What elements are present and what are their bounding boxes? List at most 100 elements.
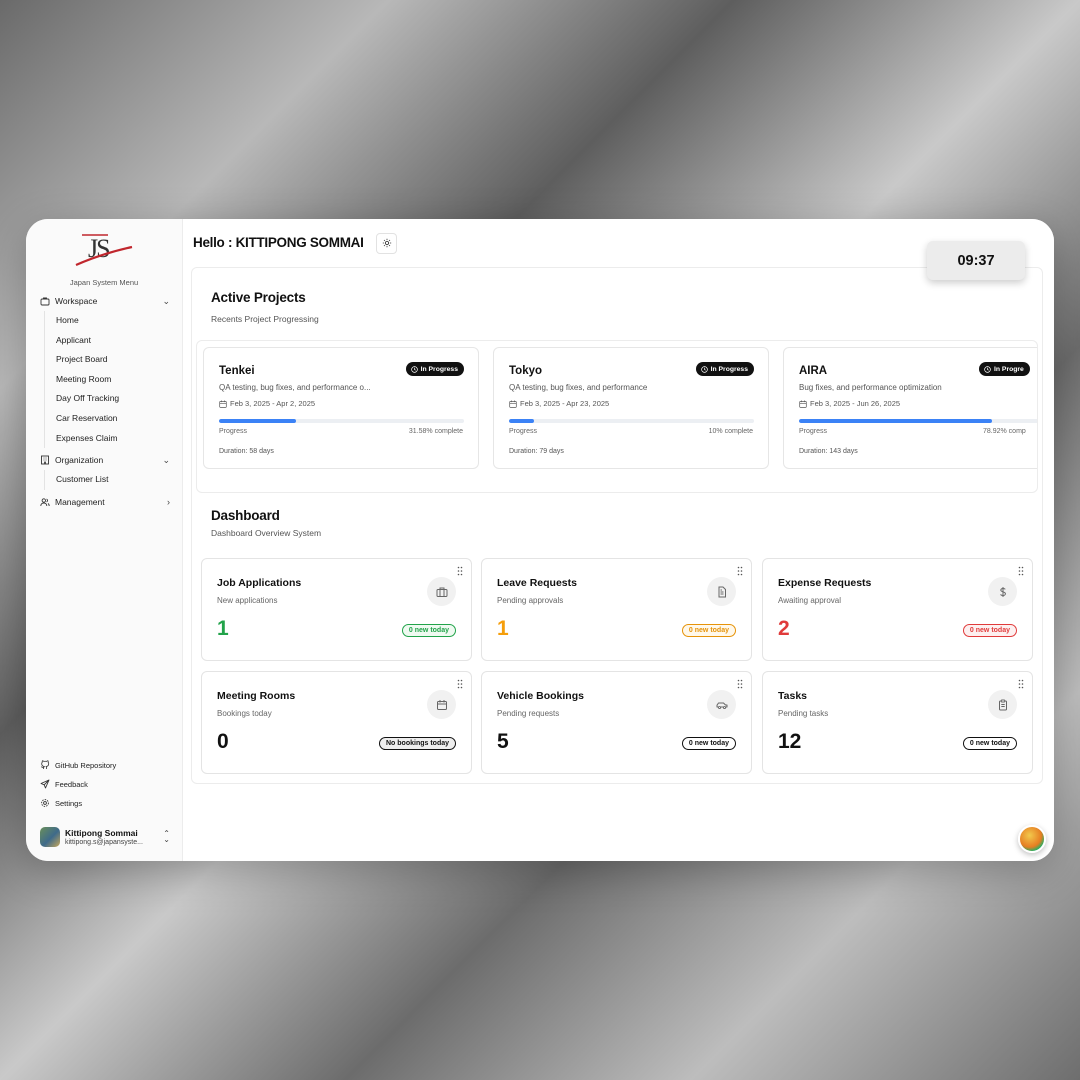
- floating-avatar-button[interactable]: [1018, 825, 1046, 853]
- progress-bar: [509, 419, 754, 423]
- project-name: AIRA: [799, 365, 828, 377]
- status-text: In Progre: [994, 365, 1024, 373]
- sidebar-item-day-off-tracking[interactable]: Day Off Tracking: [45, 389, 165, 409]
- date-range: Feb 3, 2025 - Apr 23, 2025: [520, 399, 610, 408]
- feedback-link[interactable]: Feedback: [40, 777, 88, 791]
- file-icon: [707, 577, 736, 606]
- project-dates: Feb 3, 2025 - Apr 23, 2025: [509, 399, 609, 408]
- nav-group-label: Management: [55, 497, 105, 507]
- card-title: Tasks: [778, 690, 807, 702]
- status-badge: 0 new today: [681, 737, 736, 750]
- menu-title: Japan System Menu: [69, 278, 139, 287]
- stat-card-expense-requests[interactable]: Expense Requests Awaiting approval 2 0 new …: [762, 558, 1033, 661]
- gear-icon: [40, 798, 50, 808]
- settings-label: Settings: [55, 798, 83, 808]
- stat-card-leave-requests[interactable]: Leave Requests Pending approvals 1 0 new to…: [481, 558, 752, 661]
- project-name: Tokyo: [509, 365, 543, 377]
- status-badge: 0 new today: [962, 624, 1017, 637]
- sidebar-item-meeting-room[interactable]: Meeting Room: [45, 370, 165, 390]
- clipboard-icon: [988, 690, 1017, 719]
- drag-handle-icon[interactable]: [457, 563, 463, 576]
- car-icon: [707, 690, 736, 719]
- clock-icon: [984, 365, 991, 373]
- card-value: 5: [497, 730, 509, 753]
- workspace-submenu: Home Applicant Project Board Meeting Roo…: [44, 311, 165, 449]
- card-subtitle: Awaiting approval: [778, 596, 842, 605]
- company-logo[interactable]: JS: [74, 227, 134, 271]
- project-duration: Duration: 79 days: [509, 448, 564, 455]
- avatar: [40, 827, 60, 847]
- status-text: In Progress: [420, 365, 458, 373]
- dashboard-subtitle: Dashboard Overview System: [211, 528, 322, 538]
- active-projects-subtitle: Recents Project Progressing: [211, 314, 319, 324]
- sidebar-item-customer-list[interactable]: Customer List: [45, 470, 165, 490]
- calendar-icon: [799, 400, 807, 408]
- nav-group-workspace[interactable]: Workspace ⌄: [40, 293, 170, 309]
- user-email: kittipong.s@japansyste...: [65, 839, 143, 846]
- chevron-down-icon: ⌄: [162, 454, 170, 465]
- card-title: Expense Requests: [778, 577, 872, 589]
- github-repository-link[interactable]: GitHub Repository: [40, 758, 116, 772]
- projects-carousel[interactable]: Tenkei In Progress QA testing, bug fixes…: [196, 340, 1038, 493]
- clock-icon: [700, 365, 708, 373]
- card-title: Meeting Rooms: [217, 690, 296, 702]
- drag-handle-icon[interactable]: [737, 563, 743, 576]
- card-value: 0: [217, 730, 229, 753]
- project-description: QA testing, bug fixes, and performance o…: [219, 383, 371, 392]
- status-text: In Progress: [710, 365, 748, 373]
- user-name: Kittipong Sommai: [65, 828, 138, 838]
- greeting: Hello : KITTIPONG SOMMAI: [193, 235, 364, 250]
- nav-group-label: Workspace: [55, 296, 98, 306]
- settings-link[interactable]: Settings: [40, 796, 82, 810]
- progress-percent: 78.92% comp: [983, 428, 1026, 435]
- nav-group-organization[interactable]: Organization ⌄: [40, 452, 170, 468]
- card-value: 1: [217, 617, 229, 640]
- progress-fill: [799, 419, 993, 423]
- card-value: 1: [497, 617, 509, 640]
- nav-group-management[interactable]: Management ›: [40, 494, 170, 510]
- project-card[interactable]: Tenkei In Progress QA testing, bug fixes…: [203, 347, 479, 469]
- card-subtitle: Pending approvals: [497, 596, 564, 605]
- github-label: GitHub Repository: [55, 760, 117, 770]
- stat-card-job-applications[interactable]: Job Applications New applications 1 0 new t…: [201, 558, 472, 661]
- project-description: QA testing, bug fixes, and performance: [509, 383, 648, 392]
- progress-label: Progress: [799, 428, 828, 435]
- organization-submenu: Customer List: [44, 470, 165, 490]
- drag-handle-icon[interactable]: [737, 676, 743, 689]
- progress-fill: [219, 419, 297, 423]
- card-subtitle: New applications: [217, 596, 278, 605]
- sidebar-item-project-board[interactable]: Project Board: [45, 350, 165, 370]
- nav-group-label: Organization: [55, 455, 104, 465]
- drag-handle-icon[interactable]: [1018, 676, 1024, 689]
- progress-bar: [799, 419, 1037, 423]
- user-menu[interactable]: Kittipong Sommai kittipong.s@japansyste.…: [40, 825, 170, 849]
- project-card[interactable]: Tokyo In Progress QA testing, bug fixes,…: [493, 347, 769, 469]
- progress-label: Progress: [509, 428, 538, 435]
- sidebar-item-expenses-claim[interactable]: Expenses Claim: [45, 429, 165, 449]
- stat-card-vehicle-bookings[interactable]: Vehicle Bookings Pending requests 5 0 new t…: [481, 671, 752, 774]
- send-icon: [40, 779, 50, 789]
- github-icon: [40, 760, 50, 770]
- drag-handle-icon[interactable]: [457, 676, 463, 689]
- drag-handle-icon[interactable]: [1018, 563, 1024, 576]
- theme-toggle-button[interactable]: [376, 233, 397, 254]
- sidebar-item-car-reservation[interactable]: Car Reservation: [45, 409, 165, 429]
- chevron-down-icon: ⌄: [162, 295, 170, 306]
- status-badge: In Progre: [979, 362, 1030, 376]
- sidebar-item-home[interactable]: Home: [45, 311, 165, 331]
- project-card[interactable]: AIRA In Progre Bug fixes, and performanc…: [783, 347, 1037, 469]
- project-duration: Duration: 143 days: [799, 448, 858, 455]
- stat-card-tasks[interactable]: Tasks Pending tasks 12 0 new today: [762, 671, 1033, 774]
- user-info: Kittipong Sommai kittipong.s@japansyste.…: [65, 828, 143, 846]
- date-range: Feb 3, 2025 - Apr 2, 2025: [230, 399, 316, 408]
- progress-bar: [219, 419, 464, 423]
- card-title: Leave Requests: [497, 577, 577, 589]
- chevron-right-icon: ›: [167, 497, 170, 507]
- sun-icon: [382, 235, 392, 253]
- project-name: Tenkei: [219, 365, 255, 377]
- stat-card-meeting-rooms[interactable]: Meeting Rooms Bookings today 0 No bookings …: [201, 671, 472, 774]
- feedback-label: Feedback: [55, 779, 88, 789]
- status-badge: 0 new today: [681, 624, 736, 637]
- sidebar-item-applicant[interactable]: Applicant: [45, 331, 165, 351]
- card-title: Vehicle Bookings: [497, 690, 584, 702]
